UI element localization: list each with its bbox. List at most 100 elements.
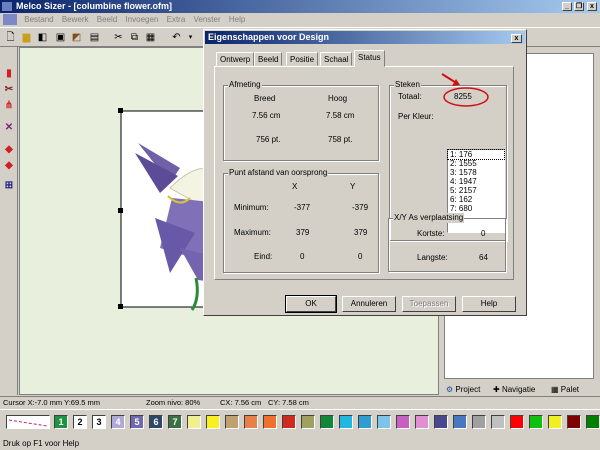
palette-color[interactable] — [377, 415, 391, 429]
list-item[interactable]: 3: 1578 — [448, 168, 504, 177]
thread-swatch-3[interactable]: 3 — [92, 415, 106, 429]
tab-navigatie[interactable]: ✚ Navigatie — [493, 384, 535, 396]
palette-color[interactable] — [529, 415, 543, 429]
minimize-button[interactable]: _ — [562, 2, 572, 11]
help-button[interactable]: Help — [462, 296, 516, 312]
palette-color[interactable] — [472, 415, 486, 429]
sequence-indicator[interactable] — [6, 415, 50, 429]
grid-icon[interactable]: ⊞ — [2, 179, 16, 193]
palette-color[interactable] — [415, 415, 429, 429]
end-x: 0 — [300, 252, 305, 261]
selection-handle — [118, 208, 123, 213]
thread-swatch-2[interactable]: 2 — [73, 415, 87, 429]
minimum-label: Minimum: — [234, 203, 269, 212]
menu-extra[interactable]: Extra — [164, 13, 189, 26]
app-title-bar[interactable]: Melco Sizer - [columbine flower.ofm] _ ❐… — [0, 0, 600, 13]
save-icon[interactable]: ▣ — [54, 31, 67, 44]
palette-color[interactable] — [453, 415, 467, 429]
palette-color[interactable] — [510, 415, 524, 429]
arrows-vertical-icon[interactable]: ◆ — [2, 159, 16, 173]
arrow-icon — [441, 73, 460, 86]
palette-color[interactable] — [263, 415, 277, 429]
palette-color[interactable] — [548, 415, 562, 429]
cancel-button[interactable]: Annuleren — [342, 296, 396, 312]
menu-invoegen[interactable]: Invoegen — [122, 13, 161, 26]
palette-color[interactable] — [491, 415, 505, 429]
thread-swatch-6[interactable]: 6 — [149, 415, 163, 429]
menu-bewerk[interactable]: Bewerk — [59, 13, 92, 26]
palette-color[interactable] — [206, 415, 220, 429]
list-item[interactable]: 5: 2157 — [448, 186, 504, 195]
app-icon — [2, 2, 12, 11]
cx-value: CX: 7.56 cm — [220, 398, 262, 407]
palette-color[interactable] — [358, 415, 372, 429]
shortest-value: 0 — [481, 229, 486, 238]
list-item[interactable]: 1: 176 — [447, 149, 505, 160]
y-header: Y — [350, 182, 356, 191]
x-header: X — [292, 182, 298, 191]
palette-color[interactable] — [339, 415, 353, 429]
tab-ontwerp[interactable]: Ontwerp — [216, 52, 255, 66]
color-bar: 1234567 — [0, 409, 600, 436]
status-bar: Cursor X:-7.0 mm Y:69.5 mm Zoom nivo: 80… — [0, 396, 600, 408]
palette-color[interactable] — [187, 415, 201, 429]
menu-bestand[interactable]: Bestand — [21, 13, 56, 26]
export-icon[interactable]: ◩ — [70, 31, 83, 44]
cross-icon[interactable]: ✕ — [2, 121, 16, 135]
list-item[interactable]: 6: 162 — [448, 195, 504, 204]
palette-color[interactable] — [244, 415, 258, 429]
restore-button[interactable]: ❐ — [574, 2, 584, 11]
undo-icon[interactable]: ↶ — [170, 31, 183, 44]
palette-color[interactable] — [396, 415, 410, 429]
copy-icon[interactable]: ⧉ — [128, 31, 141, 44]
ok-button[interactable]: OK — [285, 295, 337, 313]
close-button[interactable]: x — [587, 2, 597, 11]
menu-venster[interactable]: Venster — [191, 13, 224, 26]
dialog-close-button[interactable]: x — [511, 34, 522, 43]
tab-project[interactable]: ⚙ Project — [446, 384, 480, 396]
palette-color[interactable] — [282, 415, 296, 429]
dialog-title-bar[interactable]: Eigenschappen voor Design x — [205, 31, 525, 44]
thread-swatch-7[interactable]: 7 — [168, 415, 182, 429]
palette-color[interactable] — [225, 415, 239, 429]
new-file-icon[interactable]: 🗋 — [4, 31, 17, 44]
menu-help[interactable]: Help — [226, 13, 248, 26]
tab-palet[interactable]: ▦ Palet — [551, 384, 579, 396]
print-icon[interactable]: ▤ — [88, 31, 101, 44]
paste-icon[interactable]: ▦ — [144, 31, 157, 44]
split-icon[interactable]: ⋔ — [2, 99, 16, 113]
tab-schaal[interactable]: Schaal — [320, 52, 353, 66]
open-icon[interactable]: ◧ — [36, 31, 49, 44]
palette-color[interactable] — [434, 415, 448, 429]
palette-color[interactable] — [301, 415, 315, 429]
min-y: -379 — [352, 203, 369, 212]
palette-color[interactable] — [586, 415, 600, 429]
selection-handle — [118, 304, 123, 309]
thread-swatch-1[interactable]: 1 — [54, 415, 68, 429]
list-item[interactable]: 4: 1947 — [448, 177, 504, 186]
xy-group: X/Y As verplaatsing Kortste: 0 Langste: … — [388, 213, 506, 272]
thread-swatch-4[interactable]: 4 — [111, 415, 125, 429]
scissors-icon[interactable]: ✂ — [2, 83, 16, 97]
list-item[interactable]: 2: 1555 — [448, 159, 504, 168]
chevron-down-icon[interactable]: ▾ — [184, 31, 197, 44]
project-icon: ⚙ — [446, 385, 454, 394]
palette-color[interactable] — [567, 415, 581, 429]
list-item[interactable]: 7: 680 — [448, 204, 504, 213]
tab-beeld[interactable]: Beeld — [254, 52, 283, 66]
app-title: Melco Sizer - [columbine flower.ofm] — [16, 1, 173, 11]
menu-beeld[interactable]: Beeld — [94, 13, 120, 26]
width-cm: 7.56 cm — [252, 111, 281, 120]
palette-color[interactable] — [320, 415, 334, 429]
tab-status[interactable]: Status — [354, 50, 385, 67]
bars-icon[interactable]: ▮ — [2, 67, 16, 81]
thread-swatch-5[interactable]: 5 — [130, 415, 144, 429]
cut-icon[interactable]: ✂ — [112, 31, 125, 44]
hoog-header: Hoog — [328, 94, 348, 103]
open-folder-icon[interactable]: ▆ — [20, 31, 33, 44]
xy-title: X/Y As verplaatsing — [393, 213, 465, 223]
min-x: -377 — [294, 203, 311, 212]
apply-button[interactable]: Toepassen — [402, 296, 456, 312]
tab-positie[interactable]: Positie — [286, 52, 319, 66]
arrows-horizontal-icon[interactable]: ◆ — [2, 143, 16, 157]
